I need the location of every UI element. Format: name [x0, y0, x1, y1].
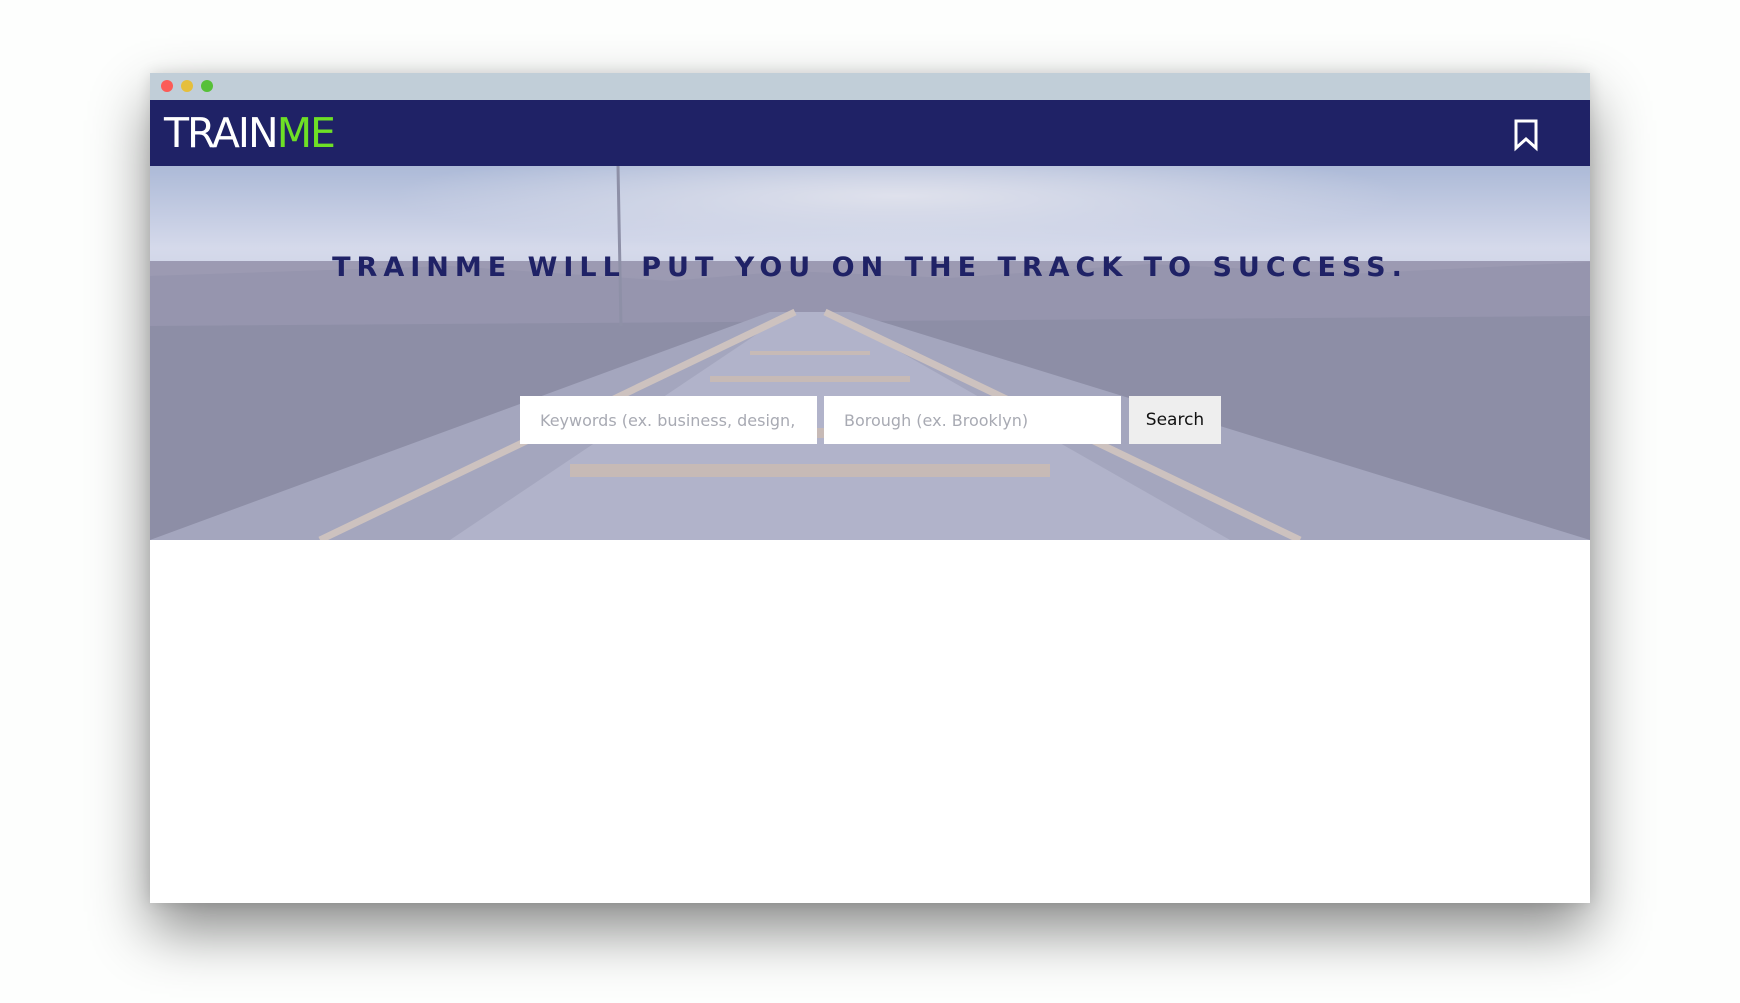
logo-me-text: ME: [276, 109, 336, 157]
hero-banner: TRAINME WILL PUT YOU ON THE TRACK TO SUC…: [150, 166, 1590, 540]
hero-tagline: TRAINME WILL PUT YOU ON THE TRACK TO SUC…: [332, 252, 1408, 283]
window-titlebar: [150, 73, 1590, 100]
main-content-area: [150, 540, 1590, 903]
trainme-logo[interactable]: TRAINME: [164, 109, 336, 157]
search-button[interactable]: Search: [1129, 396, 1221, 444]
minimize-window-button[interactable]: [181, 80, 193, 92]
bookmark-icon[interactable]: [1512, 118, 1540, 152]
close-window-button[interactable]: [161, 80, 173, 92]
keywords-input[interactable]: [520, 396, 817, 444]
browser-window: TRAINME TRAINME WILL PUT YOU ON THE TRAC…: [150, 73, 1590, 903]
logo-train-text: TRAIN: [164, 109, 279, 157]
top-navbar: TRAINME: [150, 100, 1590, 166]
zoom-window-button[interactable]: [201, 80, 213, 92]
hero-tint-overlay: [150, 166, 1590, 540]
borough-input[interactable]: [824, 396, 1121, 444]
